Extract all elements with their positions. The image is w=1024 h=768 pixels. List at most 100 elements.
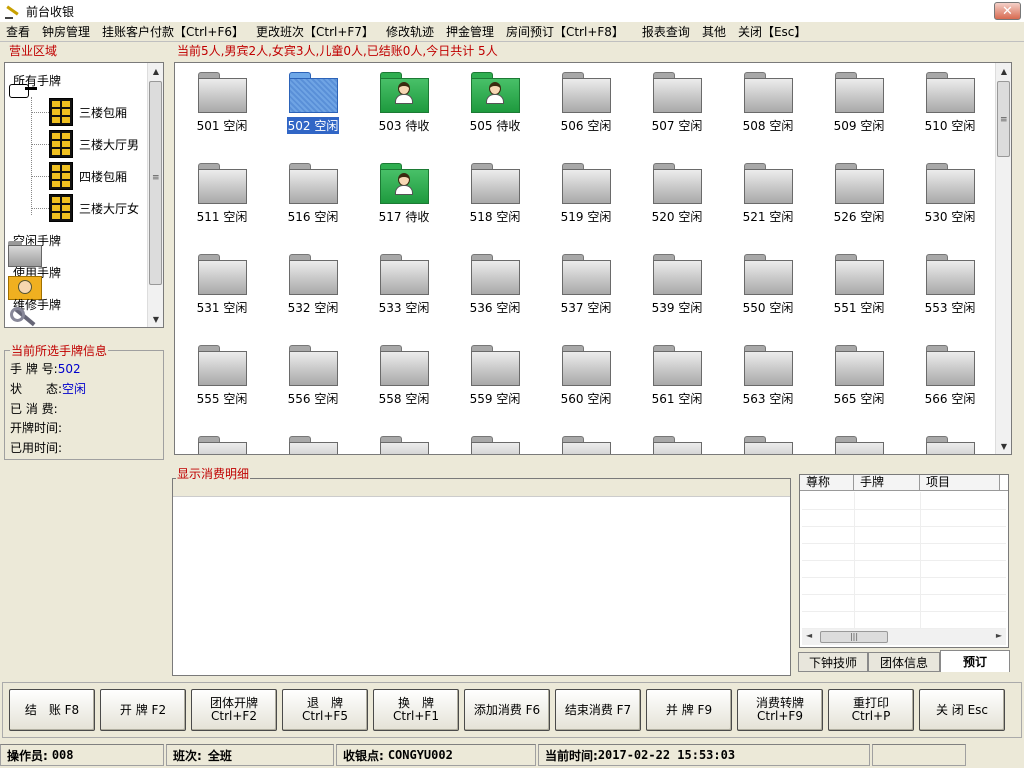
scroll-down-icon[interactable]: ▼ [148,311,163,327]
return-tag-button[interactable]: 退 牌 Ctrl+F5 [282,689,368,731]
status-shift: 班次: 全班 [166,744,334,766]
menu-item-2[interactable]: 挂账客户付款【Ctrl+F6】 [96,23,250,40]
tag-tile[interactable]: 551 空闲 [824,249,894,329]
tab-group-info[interactable]: 团体信息 [868,652,940,672]
col-title[interactable]: 尊称 [800,475,854,490]
tag-tile[interactable]: 555 空闲 [187,340,257,420]
tag-tile[interactable]: 558 空闲 [369,340,439,420]
area-item-4[interactable]: 三楼大厅女 [49,193,139,223]
tab-reservation[interactable]: 预订 [940,650,1010,672]
tag-tile[interactable]: 519 空闲 [551,158,621,238]
tag-tile[interactable]: 560 空闲 [551,340,621,420]
area-item-3[interactable]: 四楼包厢 [49,161,127,191]
scroll-up-icon[interactable]: ▲ [148,63,163,79]
settle-button[interactable]: 结 账 F8 [9,689,95,731]
tag-tile[interactable]: 516 空闲 [278,158,348,238]
col-item[interactable]: 项目 [920,475,1000,490]
tag-tile[interactable]: 531 空闲 [187,249,257,329]
tag-tile[interactable]: 566 空闲 [915,340,985,420]
tag-status: 空闲 [314,301,339,315]
tag-tile-partial[interactable] [187,431,257,454]
scroll-down-icon[interactable]: ▼ [996,438,1011,454]
tab-off-clock-technician[interactable]: 下钟技师 [798,652,868,672]
tag-tile[interactable]: 536 空闲 [460,249,530,329]
tag-tile[interactable]: 501 空闲 [187,67,257,147]
menu-item-9[interactable]: 关闭【Esc】 [732,23,812,40]
tag-tile[interactable]: 507 空闲 [642,67,712,147]
tag-grid-scrollbar[interactable]: ▲▼ [995,63,1011,454]
tag-tile[interactable]: 530 空闲 [915,158,985,238]
area-item-1[interactable]: 三楼包厢 [49,97,127,127]
transfer-consumption-button[interactable]: 消费转牌 Ctrl+F9 [737,689,823,731]
tag-tile[interactable]: 518 空闲 [460,158,530,238]
menu-item-6[interactable]: 房间预订【Ctrl+F8】 [500,23,630,40]
tag-status: 空闲 [314,392,339,406]
tag-tile[interactable]: 509 空闲 [824,67,894,147]
tag-tile[interactable]: 510 空闲 [915,67,985,147]
menu-item-8[interactable]: 其他 [696,23,732,40]
tag-tile[interactable]: 503 待收 [369,67,439,147]
tag-tile-partial[interactable] [551,431,621,454]
menu-item-1[interactable]: 钟房管理 [36,23,96,40]
tag-tile[interactable]: 532 空闲 [278,249,348,329]
reprint-button[interactable]: 重打印 Ctrl+P [828,689,914,731]
area-item-0[interactable]: 所有手牌 [7,65,61,95]
tag-tile[interactable]: 526 空闲 [824,158,894,238]
menu-item-7[interactable]: 报表查询 [636,23,696,40]
window-close-button[interactable]: ✕ [994,2,1021,20]
tag-tile[interactable]: 550 空闲 [733,249,803,329]
menu-item-4[interactable]: 修改轨迹 [380,23,440,40]
tag-tile-partial[interactable] [460,431,530,454]
scroll-right-icon[interactable]: ► [996,631,1002,640]
add-consumption-button[interactable]: 添加消费 F6 [464,689,550,731]
technician-table-hscroll[interactable]: ◄ ||| ► [802,629,1006,645]
tag-tile[interactable]: 511 空闲 [187,158,257,238]
open-tag-button[interactable]: 开 牌 F2 [100,689,186,731]
scroll-thumb[interactable] [997,81,1010,157]
tag-tile[interactable]: 537 空闲 [551,249,621,329]
tag-caption: 518 空闲 [469,208,522,225]
tag-tile[interactable]: 533 空闲 [369,249,439,329]
scroll-up-icon[interactable]: ▲ [996,63,1011,79]
merge-tag-button[interactable]: 并 牌 F9 [646,689,732,731]
area-item-7[interactable]: 维修手牌 [7,289,61,319]
tag-tile[interactable]: 505 待收 [460,67,530,147]
tag-tile[interactable]: 508 空闲 [733,67,803,147]
menu-item-3[interactable]: 更改班次【Ctrl+F7】 [250,23,380,40]
tag-number: 551 [833,301,857,315]
change-tag-button[interactable]: 换 牌 Ctrl+F1 [373,689,459,731]
scroll-thumb[interactable] [149,81,162,285]
tag-tile[interactable]: 506 空闲 [551,67,621,147]
menu-item-5[interactable]: 押金管理 [440,23,500,40]
tag-tile[interactable]: 502 空闲 [278,67,348,147]
tag-tile[interactable]: 517 待收 [369,158,439,238]
area-item-6[interactable]: 使用手牌 [7,257,61,287]
close-button[interactable]: 关 闭 Esc [919,689,1005,731]
tag-tile-partial[interactable] [642,431,712,454]
tag-tile[interactable]: 539 空闲 [642,249,712,329]
tag-tile[interactable]: 563 空闲 [733,340,803,420]
tag-tile[interactable]: 521 空闲 [733,158,803,238]
tag-tile[interactable]: 553 空闲 [915,249,985,329]
area-tree-scrollbar[interactable]: ▲▼ [147,63,163,327]
tag-tile[interactable]: 559 空闲 [460,340,530,420]
area-item-2[interactable]: 三楼大厅男 [49,129,139,159]
tag-tile[interactable]: 561 空闲 [642,340,712,420]
tag-tile[interactable]: 565 空闲 [824,340,894,420]
tag-tile-partial[interactable] [915,431,985,454]
tag-tile-partial[interactable] [278,431,348,454]
scroll-left-icon[interactable]: ◄ [806,631,812,640]
tag-tile-partial[interactable] [733,431,803,454]
col-tag[interactable]: 手牌 [854,475,920,490]
tag-caption: 536 空闲 [469,299,522,316]
hscroll-thumb[interactable]: ||| [820,631,888,643]
group-open-button[interactable]: 团体开牌 Ctrl+F2 [191,689,277,731]
end-consumption-button[interactable]: 结束消费 F7 [555,689,641,731]
tag-tile-partial[interactable] [369,431,439,454]
tag-status: 空闲 [678,119,703,133]
tag-tile-partial[interactable] [824,431,894,454]
tag-tile[interactable]: 556 空闲 [278,340,348,420]
tag-tile[interactable]: 520 空闲 [642,158,712,238]
area-item-5[interactable]: 空闲手牌 [7,225,61,255]
menu-item-0[interactable]: 查看 [0,23,36,40]
